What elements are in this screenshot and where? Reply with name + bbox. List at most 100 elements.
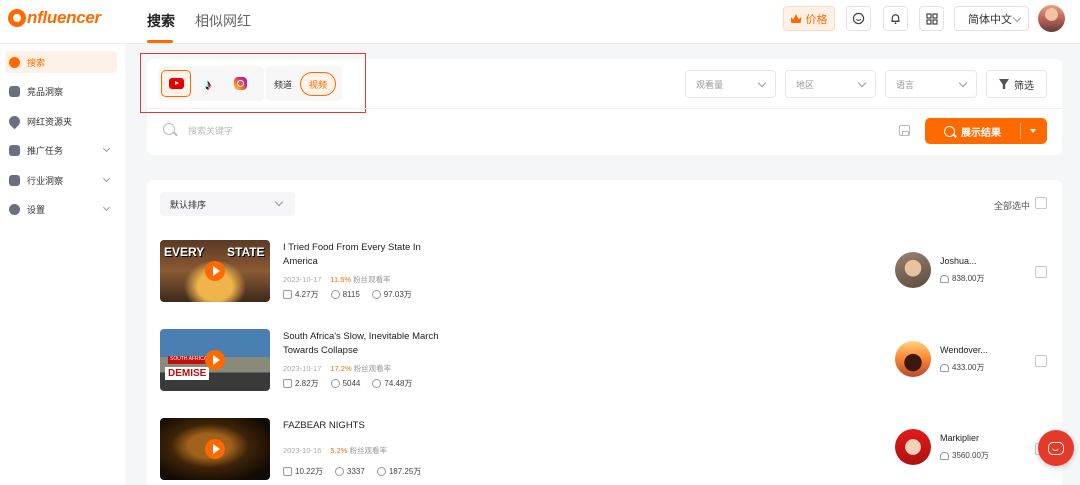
sidebar-item-industry-insights[interactable]: 行业洞察 (5, 169, 117, 191)
video-title[interactable]: FAZBEAR NIGHTS (283, 419, 453, 433)
price-button[interactable]: 价格 (783, 6, 835, 31)
thumbnail-text: STATE (227, 245, 265, 259)
creator-avatar[interactable] (895, 252, 931, 288)
region-dropdown[interactable]: 地区 (785, 70, 876, 98)
show-results-label: 展示结果 (961, 127, 1001, 139)
search-icon (944, 125, 955, 137)
sidebar-item-label: 搜索 (27, 57, 46, 68)
save-icon[interactable] (899, 125, 910, 136)
language-select-value: 简体中文 (968, 13, 1012, 26)
language-select[interactable]: 简体中文 (954, 6, 1029, 31)
video-stats: 4.27万 8115 97.03万 (283, 289, 424, 300)
caret-down-icon[interactable] (1030, 129, 1036, 133)
creator-name[interactable]: Joshua... (940, 256, 977, 266)
filter-button[interactable]: 筛选 (986, 70, 1047, 98)
video-meta: 2023-10-16 5.2% 粉丝观看率 (283, 445, 387, 456)
sidebar-item-search[interactable]: 搜索 (5, 51, 117, 73)
users-icon (940, 451, 949, 460)
users-icon (940, 363, 949, 372)
filter-button-label: 筛选 (1014, 80, 1034, 92)
comment-icon (335, 467, 345, 476)
app-logo[interactable]: nfluencer (8, 8, 101, 28)
logo-mark-icon (8, 9, 26, 27)
views-count: 97.03万 (383, 290, 412, 299)
search-input[interactable] (188, 122, 878, 140)
support-chat-button[interactable] (1038, 430, 1074, 466)
chevron-down-icon (958, 78, 968, 88)
sort-select[interactable]: 默认排序 (160, 192, 295, 216)
video-date: 2023-10-17 (283, 275, 322, 284)
chevron-down-icon (757, 78, 767, 88)
views-dropdown[interactable]: 观看量 (685, 70, 776, 98)
region-dropdown-placeholder: 地区 (796, 79, 815, 90)
chat-bubble-icon (1048, 441, 1064, 455)
sidebar-item-influencer-folders[interactable]: 网红资源夹 (5, 110, 117, 132)
play-icon[interactable] (205, 261, 225, 281)
active-tab-indicator (147, 40, 173, 43)
video-stats: 2.82万 5044 74.48万 (283, 378, 424, 389)
video-date: 2023-10-16 (283, 446, 322, 455)
follower-view-rate-label: 粉丝观看率 (353, 364, 392, 373)
sidebar-item-label: 网红资源夹 (27, 116, 73, 127)
chat-icon (852, 12, 865, 25)
heart-icon (6, 113, 23, 129)
tab-search[interactable]: 搜索 (147, 11, 175, 31)
select-all-checkbox[interactable] (1035, 197, 1047, 209)
language-dropdown[interactable]: 语言 (885, 70, 977, 98)
video-title[interactable]: South Africa's Slow, Inevitable March To… (283, 330, 453, 358)
video-title[interactable]: I Tried Food From Every State In America (283, 241, 453, 269)
likes-count: 2.82万 (295, 379, 319, 388)
thumbs-up-icon (283, 467, 292, 476)
followers-count: 433.00万 (952, 363, 985, 372)
play-icon[interactable] (205, 350, 225, 370)
video-thumbnail[interactable]: SOUTH AFRICA'S DEMISE (160, 329, 270, 391)
select-all-label: 全部选中 (994, 201, 1031, 211)
row-checkbox[interactable] (1035, 355, 1047, 367)
row-checkbox[interactable] (1035, 266, 1047, 278)
video-thumbnail[interactable]: EVERY STATE (160, 240, 270, 302)
video-stats: 10.22万 3337 187.25万 (283, 466, 433, 477)
sidebar-item-label: 推广任务 (27, 145, 64, 156)
creator-followers: 838.00万 (940, 273, 984, 284)
creator-followers: 3560.00万 (940, 450, 989, 461)
comments-count: 5044 (342, 379, 361, 388)
chevron-down-icon (274, 197, 284, 207)
clipboard-icon (9, 144, 20, 156)
users-icon (940, 274, 949, 283)
creator-avatar[interactable] (895, 429, 931, 465)
comment-icon (330, 379, 340, 388)
video-meta: 2023-10-17 17.2% 粉丝观看率 (283, 363, 391, 374)
play-circle-icon (372, 379, 382, 388)
chevron-down-icon (857, 78, 867, 88)
play-icon[interactable] (205, 439, 225, 459)
crown-icon (790, 14, 802, 23)
follower-view-rate-label: 粉丝观看率 (349, 446, 387, 455)
play-circle-icon (371, 290, 381, 299)
search-circle-icon (9, 56, 20, 68)
show-results-main[interactable]: 展示结果 (925, 118, 1020, 144)
sidebar-item-campaigns[interactable]: 推广任务 (5, 139, 117, 161)
sidebar-item-competitor-insights[interactable]: 竞品洞察 (5, 80, 117, 102)
creator-name[interactable]: Markiplier (940, 433, 979, 443)
user-avatar[interactable] (1038, 5, 1065, 32)
follower-view-rate: 5.2% (330, 446, 348, 455)
follower-view-rate: 17.2% (330, 364, 352, 373)
r-badge-icon (9, 85, 20, 97)
tab-similar-influencers[interactable]: 相似网红 (195, 11, 251, 31)
video-thumbnail[interactable] (160, 418, 270, 480)
chevron-down-icon (1012, 13, 1022, 23)
grid-icon (925, 12, 938, 25)
notifications-button[interactable] (883, 6, 908, 31)
sidebar-item-settings[interactable]: 设置 (5, 198, 117, 220)
thumbnail-text: EVERY (164, 245, 205, 259)
creator-name[interactable]: Wendover... (940, 345, 988, 355)
thumbnail-text: DEMISE (165, 367, 210, 380)
creator-avatar[interactable] (895, 341, 931, 377)
messages-button[interactable] (846, 6, 871, 31)
show-results-button[interactable]: 展示结果 (925, 118, 1047, 144)
views-dropdown-placeholder: 观看量 (696, 79, 724, 90)
chart-icon (9, 174, 20, 186)
apps-button[interactable] (919, 6, 944, 31)
chevron-down-icon (102, 174, 111, 183)
thumbs-up-icon (283, 379, 292, 388)
